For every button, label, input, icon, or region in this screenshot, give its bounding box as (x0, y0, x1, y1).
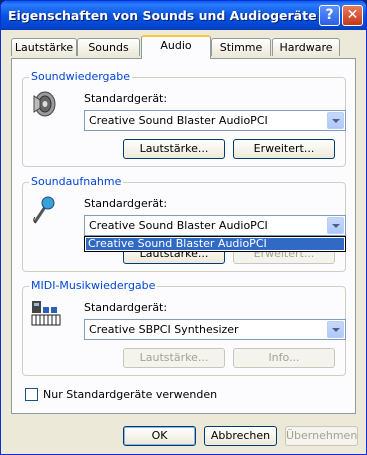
recording-device-select[interactable]: Creative Sound Blaster AudioPCI (84, 215, 346, 236)
playback-device-value: Creative Sound Blaster AudioPCI (89, 114, 268, 127)
midi-device-label: Standardgerät: (84, 301, 168, 314)
window-title: Eigenschaften von Sounds und Audiogeräte (8, 8, 317, 23)
chevron-down-icon[interactable] (327, 321, 344, 338)
midi-legend: MIDI-Musikwiedergabe (29, 279, 158, 292)
microphone-icon (31, 195, 57, 228)
midi-volume-button: Lautstärke... (123, 348, 225, 368)
recording-legend: Soundaufnahme (29, 175, 124, 188)
midi-device-value: Creative SBPCI Synthesizer (89, 323, 239, 336)
recording-group: Soundaufnahme Standardgerät: Creative So… (22, 175, 346, 272)
midi-device-select[interactable]: Creative SBPCI Synthesizer (84, 319, 346, 340)
only-default-label[interactable]: Nur Standardgeräte verwenden (43, 388, 217, 401)
playback-device-label: Standardgerät: (84, 92, 168, 105)
playback-group: Soundwiedergabe Standardgerät: Creative … (22, 70, 346, 167)
chevron-down-icon[interactable] (327, 217, 344, 234)
help-button[interactable]: ? (319, 5, 340, 26)
playback-device-select[interactable]: Creative Sound Blaster AudioPCI (84, 110, 346, 131)
playback-legend: Soundwiedergabe (29, 70, 133, 83)
recording-device-value: Creative Sound Blaster AudioPCI (89, 219, 268, 232)
recording-device-label: Standardgerät: (84, 197, 168, 210)
ok-button[interactable]: OK (123, 426, 196, 446)
midi-keyboard-icon (31, 299, 61, 330)
playback-volume-button[interactable]: Lautstärke... (123, 139, 225, 159)
recording-device-dropdown: Creative Sound Blaster AudioPCI (84, 236, 346, 252)
tab-hardware[interactable]: Hardware (272, 38, 340, 56)
audio-tab-panel: Soundwiedergabe Standardgerät: Creative … (11, 58, 356, 414)
midi-info-button: Info... (233, 348, 335, 368)
title-bar[interactable]: Eigenschaften von Sounds und Audiogeräte… (1, 1, 366, 30)
tab-lautstaerke[interactable]: Lautstärke (11, 38, 77, 56)
tab-stimme[interactable]: Stimme (211, 38, 271, 56)
close-button[interactable]: ✕ (342, 5, 363, 26)
playback-advanced-button[interactable]: Erweitert... (233, 139, 335, 159)
tab-sounds[interactable]: Sounds (77, 38, 140, 56)
tab-audio[interactable]: Audio (141, 35, 211, 59)
properties-window: Eigenschaften von Sounds und Audiogeräte… (0, 0, 367, 455)
cancel-button[interactable]: Abbrechen (204, 426, 277, 446)
apply-button: Übernehmen (285, 426, 358, 446)
tab-strip: Lautstärke Sounds Audio Stimme Hardware (1, 30, 366, 60)
dropdown-option-selected[interactable]: Creative Sound Blaster AudioPCI (86, 238, 344, 250)
speaker-icon (31, 90, 57, 121)
chevron-down-icon[interactable] (327, 112, 344, 129)
only-default-checkbox[interactable] (25, 388, 38, 401)
midi-group: MIDI-Musikwiedergabe Standardgerät: Crea… (22, 279, 346, 376)
